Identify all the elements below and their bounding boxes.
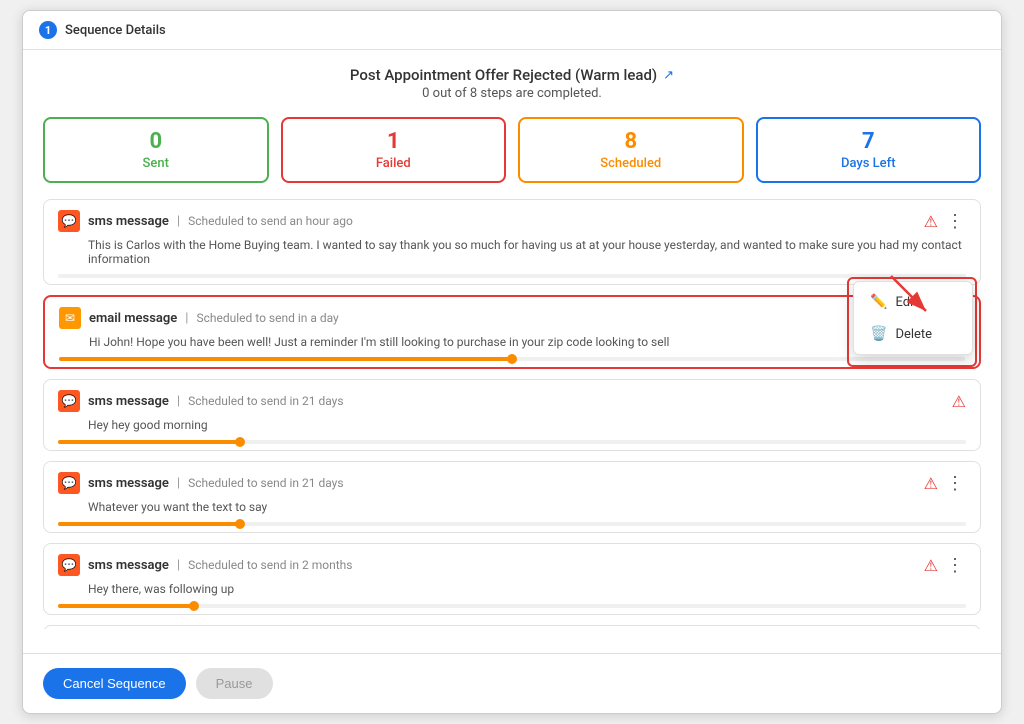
msg-type-icon-3: 💬 [58,390,80,412]
window-header: 1 Sequence Details [23,11,1001,50]
msg-divider-4: | [177,476,180,491]
alert-icon: ⚠ [952,392,966,411]
alert-icon: ⚠ [924,474,938,493]
stat-card-scheduled[interactable]: 8 Scheduled [518,117,744,183]
sequence-item-1: 💬 sms message | Scheduled to send an hou… [43,199,981,285]
seq-item-header-3: 💬 sms message | Scheduled to send in 21 … [58,390,966,412]
edit-label: Edit [895,295,917,310]
msg-divider-2: | [185,311,188,326]
seq-item-header-2: ✉ email message | Scheduled to send in a… [59,307,965,329]
msg-body-4: Whatever you want the text to say [58,500,966,514]
progress-bar-2 [59,357,965,361]
external-link-icon[interactable]: ↗ [663,68,674,83]
stat-number-days-left: 7 [758,129,980,154]
more-options-button-5[interactable]: ⋮ [944,556,966,574]
stats-row: 0 Sent 1 Failed 8 Scheduled 7 Days Left [43,117,981,183]
alert-icon: ⚠ [924,212,938,231]
msg-body-2: Hi John! Hope you have been well! Just a… [59,335,965,349]
seq-item-header-5: 💬 sms message | Scheduled to send in 2 m… [58,554,966,576]
stat-card-sent[interactable]: 0 Sent [43,117,269,183]
msg-type-label-4: sms message [88,476,169,491]
msg-divider-5: | [177,558,180,573]
context-menu: ✏️ Edit 🗑️ Delete [853,281,973,355]
more-options-button-4[interactable]: ⋮ [944,474,966,492]
progress-bar-5 [58,604,966,608]
stat-label-sent: Sent [45,156,267,171]
title-row: Post Appointment Offer Rejected (Warm le… [43,66,981,84]
stat-card-days-left[interactable]: 7 Days Left [756,117,982,183]
sequence-item-4: 💬 sms message | Scheduled to send in 21 … [43,461,981,533]
alert-icon: ⚠ [924,556,938,575]
sequence-item-3: 💬 sms message | Scheduled to send in 21 … [43,379,981,451]
msg-schedule-3: Scheduled to send in 21 days [188,394,343,408]
seq-item-header-1: 💬 sms message | Scheduled to send an hou… [58,210,966,232]
progress-bar-3 [58,440,966,444]
sequence-item-2: ✉ email message | Scheduled to send in a… [43,295,981,369]
steps-completed: 0 out of 8 steps are completed. [43,86,981,101]
sequence-list: 💬 sms message | Scheduled to send an hou… [43,199,981,629]
msg-schedule-4: Scheduled to send in 21 days [188,476,343,490]
msg-type-icon-1: 💬 [58,210,80,232]
msg-actions-4: ⚠⋮ [924,474,966,493]
context-menu-delete[interactable]: 🗑️ Delete [854,318,972,350]
footer-actions: Cancel Sequence Pause [23,653,1001,713]
msg-type-label-2: email message [89,311,177,326]
msg-schedule-2: Scheduled to send in a day [196,311,338,325]
more-options-button-1[interactable]: ⋮ [944,212,966,230]
app-window: 1 Sequence Details Post Appointment Offe… [22,10,1002,714]
msg-schedule-1: Scheduled to send an hour ago [188,214,353,228]
msg-body-3: Hey hey good morning [58,418,966,432]
msg-actions-1: ⚠⋮ [924,212,966,231]
main-content: Post Appointment Offer Rejected (Warm le… [23,50,1001,645]
msg-actions-5: ⚠⋮ [924,556,966,575]
msg-type-icon-5: 💬 [58,554,80,576]
msg-type-label-3: sms message [88,394,169,409]
page-title: Post Appointment Offer Rejected (Warm le… [350,66,657,84]
window-badge: 1 [39,21,57,39]
pause-button[interactable]: Pause [196,668,273,699]
msg-type-icon-4: 💬 [58,472,80,494]
msg-schedule-5: Scheduled to send in 2 months [188,558,352,572]
stat-number-sent: 0 [45,129,267,154]
stat-card-failed[interactable]: 1 Failed [281,117,507,183]
stat-label-failed: Failed [283,156,505,171]
msg-divider-3: | [177,394,180,409]
page-heading: Post Appointment Offer Rejected (Warm le… [43,66,981,101]
delete-icon: 🗑️ [870,326,887,342]
msg-divider-1: | [177,214,180,229]
stat-number-failed: 1 [283,129,505,154]
edit-icon: ✏️ [870,294,887,310]
cancel-sequence-button[interactable]: Cancel Sequence [43,668,186,699]
msg-actions-3: ⚠ [952,392,966,411]
window-title: Sequence Details [65,23,166,38]
stat-label-scheduled: Scheduled [520,156,742,171]
msg-body-5: Hey there, was following up [58,582,966,596]
progress-bar-1 [58,274,966,278]
stat-number-scheduled: 8 [520,129,742,154]
delete-label: Delete [895,327,932,342]
sequence-item-6: 🎤 voicemail message | Scheduled to send … [43,625,981,629]
msg-type-icon-2: ✉ [59,307,81,329]
stat-label-days-left: Days Left [758,156,980,171]
context-menu-edit[interactable]: ✏️ Edit [854,286,972,318]
msg-type-label-1: sms message [88,214,169,229]
progress-bar-4 [58,522,966,526]
msg-body-1: This is Carlos with the Home Buying team… [58,238,966,266]
msg-type-label-5: sms message [88,558,169,573]
sequence-item-5: 💬 sms message | Scheduled to send in 2 m… [43,543,981,615]
seq-item-header-4: 💬 sms message | Scheduled to send in 21 … [58,472,966,494]
